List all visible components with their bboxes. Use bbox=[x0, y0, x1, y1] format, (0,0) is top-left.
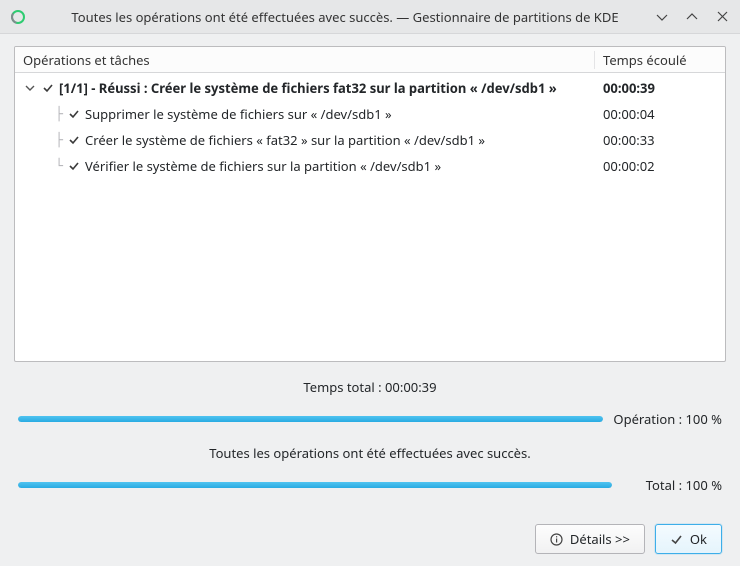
details-button[interactable]: Détails >> bbox=[535, 524, 645, 554]
column-operations[interactable]: Opérations et tâches bbox=[15, 51, 595, 69]
tree-row-root[interactable]: [1/1] - Réussi : Créer le système de fic… bbox=[15, 75, 725, 101]
titlebar: Toutes les opérations ont été effectuées… bbox=[0, 0, 740, 34]
window: Toutes les opérations ont été effectuées… bbox=[0, 0, 740, 566]
tree-branch-icon: ├ bbox=[45, 107, 63, 122]
total-progress-fill bbox=[18, 482, 612, 488]
total-progress-bar bbox=[18, 482, 612, 488]
operation-progress-bar bbox=[18, 416, 603, 422]
operation-label: [1/1] - Réussi : Créer le système de fic… bbox=[59, 79, 557, 97]
info-icon bbox=[550, 532, 564, 546]
operation-progress-fill bbox=[18, 416, 603, 422]
check-icon bbox=[67, 159, 81, 173]
ok-button-label: Ok bbox=[690, 530, 707, 548]
total-progress-row: Total : 100 % bbox=[18, 476, 722, 494]
maximize-button[interactable] bbox=[684, 9, 700, 25]
total-time-label: Temps total : 00:00:39 bbox=[18, 378, 722, 396]
operation-progress-label: Opération : 100 % bbox=[613, 410, 722, 428]
task-time: 00:00:04 bbox=[595, 105, 725, 123]
tree-branch-icon: └ bbox=[45, 159, 63, 174]
window-title: Toutes les opérations ont été effectuées… bbox=[36, 8, 654, 26]
check-icon bbox=[67, 133, 81, 147]
chevron-down-icon[interactable] bbox=[23, 81, 37, 95]
task-label: Supprimer le système de fichiers sur « /… bbox=[85, 105, 392, 123]
tree-body: [1/1] - Réussi : Créer le système de fic… bbox=[15, 73, 725, 181]
window-controls bbox=[654, 9, 730, 25]
close-button[interactable] bbox=[714, 9, 730, 25]
status-area: Temps total : 00:00:39 Opération : 100 %… bbox=[14, 362, 726, 500]
check-icon bbox=[67, 107, 81, 121]
dialog-content: Opérations et tâches Temps écoulé [1/1] … bbox=[0, 34, 740, 566]
task-label: Vérifier le système de fichiers sur la p… bbox=[85, 157, 441, 175]
total-progress-label: Total : 100 % bbox=[622, 476, 722, 494]
button-row: Détails >> Ok bbox=[14, 520, 726, 554]
tree-branch-icon: ├ bbox=[45, 133, 63, 148]
tree-row-task[interactable]: └ Vérifier le système de fichiers sur la… bbox=[15, 153, 725, 179]
minimize-button[interactable] bbox=[654, 9, 670, 25]
tree-header: Opérations et tâches Temps écoulé bbox=[15, 47, 725, 73]
operation-progress-row: Opération : 100 % bbox=[18, 410, 722, 428]
task-label: Créer le système de fichiers « fat32 » s… bbox=[85, 131, 485, 149]
ok-button[interactable]: Ok bbox=[655, 524, 722, 554]
check-icon bbox=[41, 81, 55, 95]
details-button-label: Détails >> bbox=[570, 530, 630, 548]
app-icon bbox=[10, 9, 26, 25]
status-message: Toutes les opérations ont été effectuées… bbox=[18, 444, 722, 462]
operation-time: 00:00:39 bbox=[595, 79, 725, 97]
operations-tree[interactable]: Opérations et tâches Temps écoulé [1/1] … bbox=[14, 46, 726, 362]
tree-row-task[interactable]: ├ Supprimer le système de fichiers sur «… bbox=[15, 101, 725, 127]
tree-row-task[interactable]: ├ Créer le système de fichiers « fat32 »… bbox=[15, 127, 725, 153]
check-icon bbox=[670, 532, 684, 546]
column-elapsed[interactable]: Temps écoulé bbox=[595, 51, 725, 69]
task-time: 00:00:02 bbox=[595, 157, 725, 175]
task-time: 00:00:33 bbox=[595, 131, 725, 149]
